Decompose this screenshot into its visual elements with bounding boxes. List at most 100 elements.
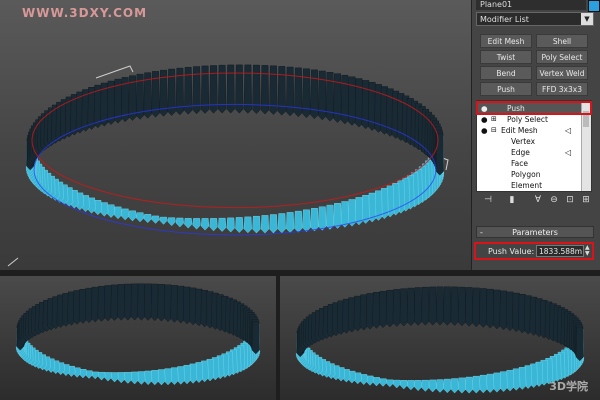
band-spike <box>137 283 146 321</box>
band-spike <box>302 209 311 232</box>
band-spike <box>201 218 210 231</box>
band-spike <box>428 379 437 393</box>
band-spike <box>269 65 278 115</box>
band-spike <box>150 370 159 386</box>
band-spike <box>243 64 252 114</box>
band-spike <box>277 66 286 116</box>
band-spike <box>392 379 401 389</box>
vertex-weld-button[interactable]: Vertex Weld <box>536 66 588 80</box>
stack-item-polygon[interactable]: Polygon <box>477 169 581 180</box>
modifier-list-label: Modifier List <box>480 15 529 24</box>
collapse-icon[interactable]: - <box>480 227 483 239</box>
band-spike <box>137 371 146 385</box>
band-spike <box>159 216 168 225</box>
eye-icon[interactable]: ● <box>481 125 488 136</box>
band-spike <box>385 290 394 328</box>
pin-stack-icon[interactable]: ⊣ <box>482 194 494 206</box>
band-spike <box>325 204 335 230</box>
band-spike <box>457 377 466 394</box>
band-spike <box>443 378 452 394</box>
rollout-title: Parameters <box>512 228 558 237</box>
band-spike <box>235 64 244 114</box>
stack-item-element[interactable]: Element <box>477 180 581 191</box>
push-button[interactable]: Push <box>480 82 532 96</box>
stack-toolbar: ⊣ ▮ ∀ ⊖ ⊡ ⊞ <box>476 194 594 208</box>
band-spike <box>103 372 113 382</box>
band-spike <box>135 212 145 223</box>
band-spike <box>260 65 269 115</box>
render-viewport-left[interactable] <box>0 276 276 400</box>
band-spike <box>406 287 415 326</box>
band-spike <box>123 283 132 321</box>
band-spike <box>269 214 278 234</box>
band-spike <box>128 210 137 222</box>
gizmo-line <box>95 65 134 79</box>
band-spike <box>450 378 459 394</box>
stack-item-vertex[interactable]: Vertex <box>477 136 581 147</box>
band-spike <box>209 65 218 114</box>
band-spike <box>294 210 303 233</box>
mobius-render-left <box>15 283 261 386</box>
perspective-viewport[interactable]: WWW.3DXY.COM <box>0 0 471 270</box>
band-spike <box>123 372 132 384</box>
band-spike <box>472 287 481 328</box>
twist-button[interactable]: Twist <box>480 50 532 64</box>
show-end-result-icon[interactable]: ▮ <box>506 194 518 206</box>
band-spike <box>121 208 130 221</box>
band-spike <box>175 217 184 228</box>
render-viewport-right[interactable]: 3D学院 <box>280 276 600 400</box>
band-spike <box>318 206 327 231</box>
band-spike <box>457 286 466 327</box>
band-spike <box>492 372 501 393</box>
band-spike <box>144 283 153 321</box>
parameters-rollout[interactable]: - Parameters <box>476 226 594 238</box>
band-spike <box>302 68 311 119</box>
band-spike <box>443 286 452 326</box>
object-name-field[interactable]: Plane01 <box>476 0 586 10</box>
chevron-down-icon[interactable]: ▼ <box>581 13 593 25</box>
stack-item-edge[interactable]: Edge ◁ <box>477 147 581 158</box>
edit-mesh-button[interactable]: Edit Mesh <box>480 34 532 48</box>
object-color-swatch[interactable] <box>588 0 600 12</box>
band-spike <box>318 70 327 121</box>
push-value-highlight-box <box>474 242 594 260</box>
stack-item-face[interactable]: Face <box>477 158 581 169</box>
lock-icon[interactable]: ⊡ <box>564 194 576 206</box>
remove-modifier-icon[interactable]: ⊖ <box>548 194 560 206</box>
eye-icon[interactable]: ● <box>481 114 488 125</box>
stack-item-poly-select[interactable]: ● ⊞ Poly Select <box>477 114 581 125</box>
band-spike <box>260 215 269 234</box>
band-spike <box>450 286 459 326</box>
collapse-icon[interactable]: ⊟ <box>491 125 497 136</box>
band-spike <box>472 375 481 394</box>
make-unique-icon[interactable]: ∀ <box>532 194 544 206</box>
band-spike <box>130 283 139 321</box>
band-spike <box>167 217 176 227</box>
band-spike <box>107 204 116 218</box>
band-spike <box>113 206 123 220</box>
band-spike <box>486 288 495 329</box>
band-spike <box>310 69 319 120</box>
band-spike <box>310 208 319 232</box>
band-spike <box>130 371 139 385</box>
band-spike <box>379 378 388 387</box>
triangle-icon: ◁ <box>565 126 572 135</box>
band-spike <box>435 286 445 326</box>
band-spike <box>144 370 153 386</box>
push-highlight-box <box>476 101 592 115</box>
poly-select-button[interactable]: Poly Select <box>536 50 588 64</box>
modifier-list-dropdown[interactable]: Modifier List ▼ <box>476 12 594 26</box>
mobius-band-render <box>7 64 449 267</box>
ffd-button[interactable]: FFD 3x3x3 <box>536 82 588 96</box>
expand-icon[interactable]: ⊞ <box>491 114 497 125</box>
band-spike <box>252 215 261 234</box>
modify-panel: Plane01 Modifier List ▼ Edit Mesh Shell … <box>471 0 600 270</box>
band-spike <box>218 217 227 232</box>
band-spike <box>286 66 295 117</box>
band-spike <box>399 380 408 390</box>
stack-item-edit-mesh[interactable]: ● ⊟ Edit Mesh ◁ <box>477 125 581 136</box>
configure-icon[interactable]: ⊞ <box>580 194 592 206</box>
band-spike <box>575 326 584 362</box>
bend-button[interactable]: Bend <box>480 66 532 80</box>
shell-button[interactable]: Shell <box>536 34 588 48</box>
